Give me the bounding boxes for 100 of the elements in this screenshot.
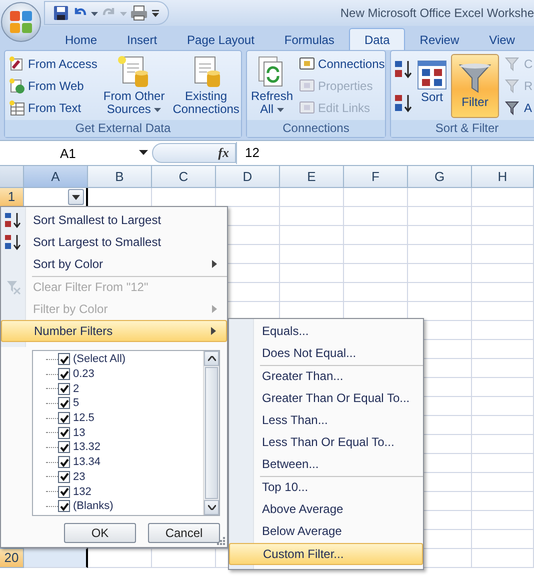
value-checkbox-item[interactable]: (Blanks): [33, 498, 203, 514]
funnel-icon: [505, 78, 521, 94]
resize-grip-icon[interactable]: [217, 537, 225, 545]
ok-button[interactable]: OK: [64, 523, 136, 543]
dropdown-arrow-icon: [139, 150, 148, 156]
checkbox[interactable]: [58, 456, 70, 468]
printer-icon[interactable]: [130, 5, 148, 21]
column-header[interactable]: F: [344, 166, 408, 188]
clear-filter-icon: [5, 279, 21, 295]
checkbox[interactable]: [58, 470, 70, 483]
checkbox[interactable]: [58, 368, 70, 380]
value-checkbox-item[interactable]: 12.5: [33, 410, 203, 426]
globe-page-icon: [9, 78, 25, 94]
select-all-corner[interactable]: [0, 166, 24, 188]
filter-dropdown-button[interactable]: [68, 189, 84, 205]
column-header[interactable]: G: [408, 166, 472, 188]
scroll-thumb[interactable]: [205, 367, 218, 499]
submenu-arrow-icon: [212, 260, 217, 268]
existing-connections-button[interactable]: Existing Connections: [170, 54, 242, 118]
checkbox[interactable]: [58, 441, 70, 454]
checkbox[interactable]: [58, 500, 70, 512]
value-checkbox-item[interactable]: 23: [33, 470, 203, 484]
checkbox[interactable]: [58, 426, 70, 439]
from-other-sources-button[interactable]: From Other Sources: [101, 54, 167, 118]
value-checkbox-item[interactable]: 132: [33, 484, 203, 499]
menu-item[interactable]: Less Than Or Equal To...: [229, 431, 423, 453]
menu-item[interactable]: Equals...: [229, 320, 423, 342]
value-checkbox-item[interactable]: 2: [33, 381, 203, 396]
column-header[interactable]: B: [88, 166, 152, 188]
checkbox[interactable]: [58, 412, 70, 424]
from-access-button[interactable]: From Access: [7, 54, 100, 74]
value-checkbox-item[interactable]: (Select All): [33, 352, 203, 367]
column-header[interactable]: D: [216, 166, 280, 188]
from-text-button[interactable]: From Text: [7, 98, 100, 118]
connection-icon: [299, 78, 316, 94]
value-checkbox-item[interactable]: 13.32: [33, 440, 203, 455]
column-header[interactable]: H: [472, 166, 534, 188]
caret-icon: [154, 108, 162, 113]
formula-bar-control[interactable]: fx: [152, 143, 236, 163]
menu-item[interactable]: Custom Filter...: [229, 543, 423, 565]
menu-item[interactable]: Greater Than Or Equal To...: [229, 387, 423, 409]
menu-item[interactable]: Less Than...: [229, 409, 423, 431]
row-header[interactable]: 20: [0, 549, 24, 568]
submenu-arrow-icon: [211, 327, 216, 335]
text-table-icon: [9, 100, 25, 116]
menu-item[interactable]: Below Average: [229, 520, 423, 542]
column-header[interactable]: A: [24, 166, 88, 188]
database-key-icon: [9, 56, 25, 72]
connections-item-button[interactable]: Connections: [297, 54, 387, 74]
menu-item[interactable]: Number Filters: [1, 320, 227, 342]
sort-button[interactable]: Sort: [415, 54, 449, 118]
connection-icon: [299, 56, 316, 72]
save-icon[interactable]: [53, 5, 69, 21]
menu-item[interactable]: Sort Largest to Smallest: [1, 231, 227, 253]
menu-item[interactable]: Sort by Color: [1, 253, 227, 275]
formula-input[interactable]: 12: [236, 142, 534, 164]
refresh-all-button[interactable]: Refresh All: [249, 54, 296, 118]
column-header[interactable]: C: [152, 166, 216, 188]
ribbon-tab[interactable]: Insert: [112, 28, 172, 50]
sort-descending-icon: [4, 233, 22, 251]
funnel-icon: [505, 56, 521, 72]
cancel-button[interactable]: Cancel: [148, 523, 220, 543]
ribbon-tab[interactable]: Formulas: [269, 28, 350, 50]
scroll-up-button[interactable]: [204, 351, 219, 366]
ribbon-tab[interactable]: Review: [404, 28, 474, 50]
sort-ascending-icon: [4, 211, 22, 229]
sheet-cell[interactable]: [24, 549, 88, 568]
checkbox[interactable]: [58, 486, 70, 498]
sort-descending-icon: [393, 93, 413, 113]
menu-item[interactable]: Above Average: [229, 498, 423, 520]
from-web-button[interactable]: From Web: [7, 76, 100, 96]
ribbon-tab[interactable]: Data: [349, 28, 405, 50]
checkbox[interactable]: [58, 397, 70, 410]
value-checkbox-item[interactable]: 13.34: [33, 454, 203, 470]
connection-icon: [299, 100, 316, 116]
sort-dialog-icon: [417, 60, 447, 90]
filter-option-button[interactable]: A: [503, 98, 534, 118]
funnel-icon: [505, 100, 521, 116]
value-checkbox-item[interactable]: 5: [33, 396, 203, 411]
office-logo-icon: [8, 9, 34, 35]
dropdown-arrow-icon: [72, 194, 80, 200]
row-header[interactable]: 1: [0, 188, 24, 207]
filter-button[interactable]: Filter: [451, 54, 499, 118]
checkbox[interactable]: [58, 353, 70, 366]
checkbox[interactable]: [58, 382, 70, 395]
value-checkbox-item[interactable]: 0.23: [33, 366, 203, 382]
value-checkbox-item[interactable]: 13: [33, 425, 203, 440]
group-label: Connections: [247, 120, 385, 137]
ribbon-tab[interactable]: View: [474, 28, 530, 50]
scroll-down-button[interactable]: [204, 500, 219, 515]
menu-item[interactable]: Does Not Equal...: [229, 342, 423, 364]
ribbon-tab[interactable]: Page Layout: [172, 28, 270, 50]
ribbon-tab[interactable]: Home: [50, 28, 112, 50]
name-box[interactable]: A1: [0, 146, 152, 160]
column-header[interactable]: E: [280, 166, 344, 188]
menu-item[interactable]: Sort Smallest to Largest: [1, 209, 227, 231]
caret-icon: [276, 108, 284, 113]
vertical-scrollbar[interactable]: [203, 351, 219, 515]
funnel-icon: [458, 61, 492, 95]
menu-item[interactable]: Between...: [229, 453, 423, 475]
